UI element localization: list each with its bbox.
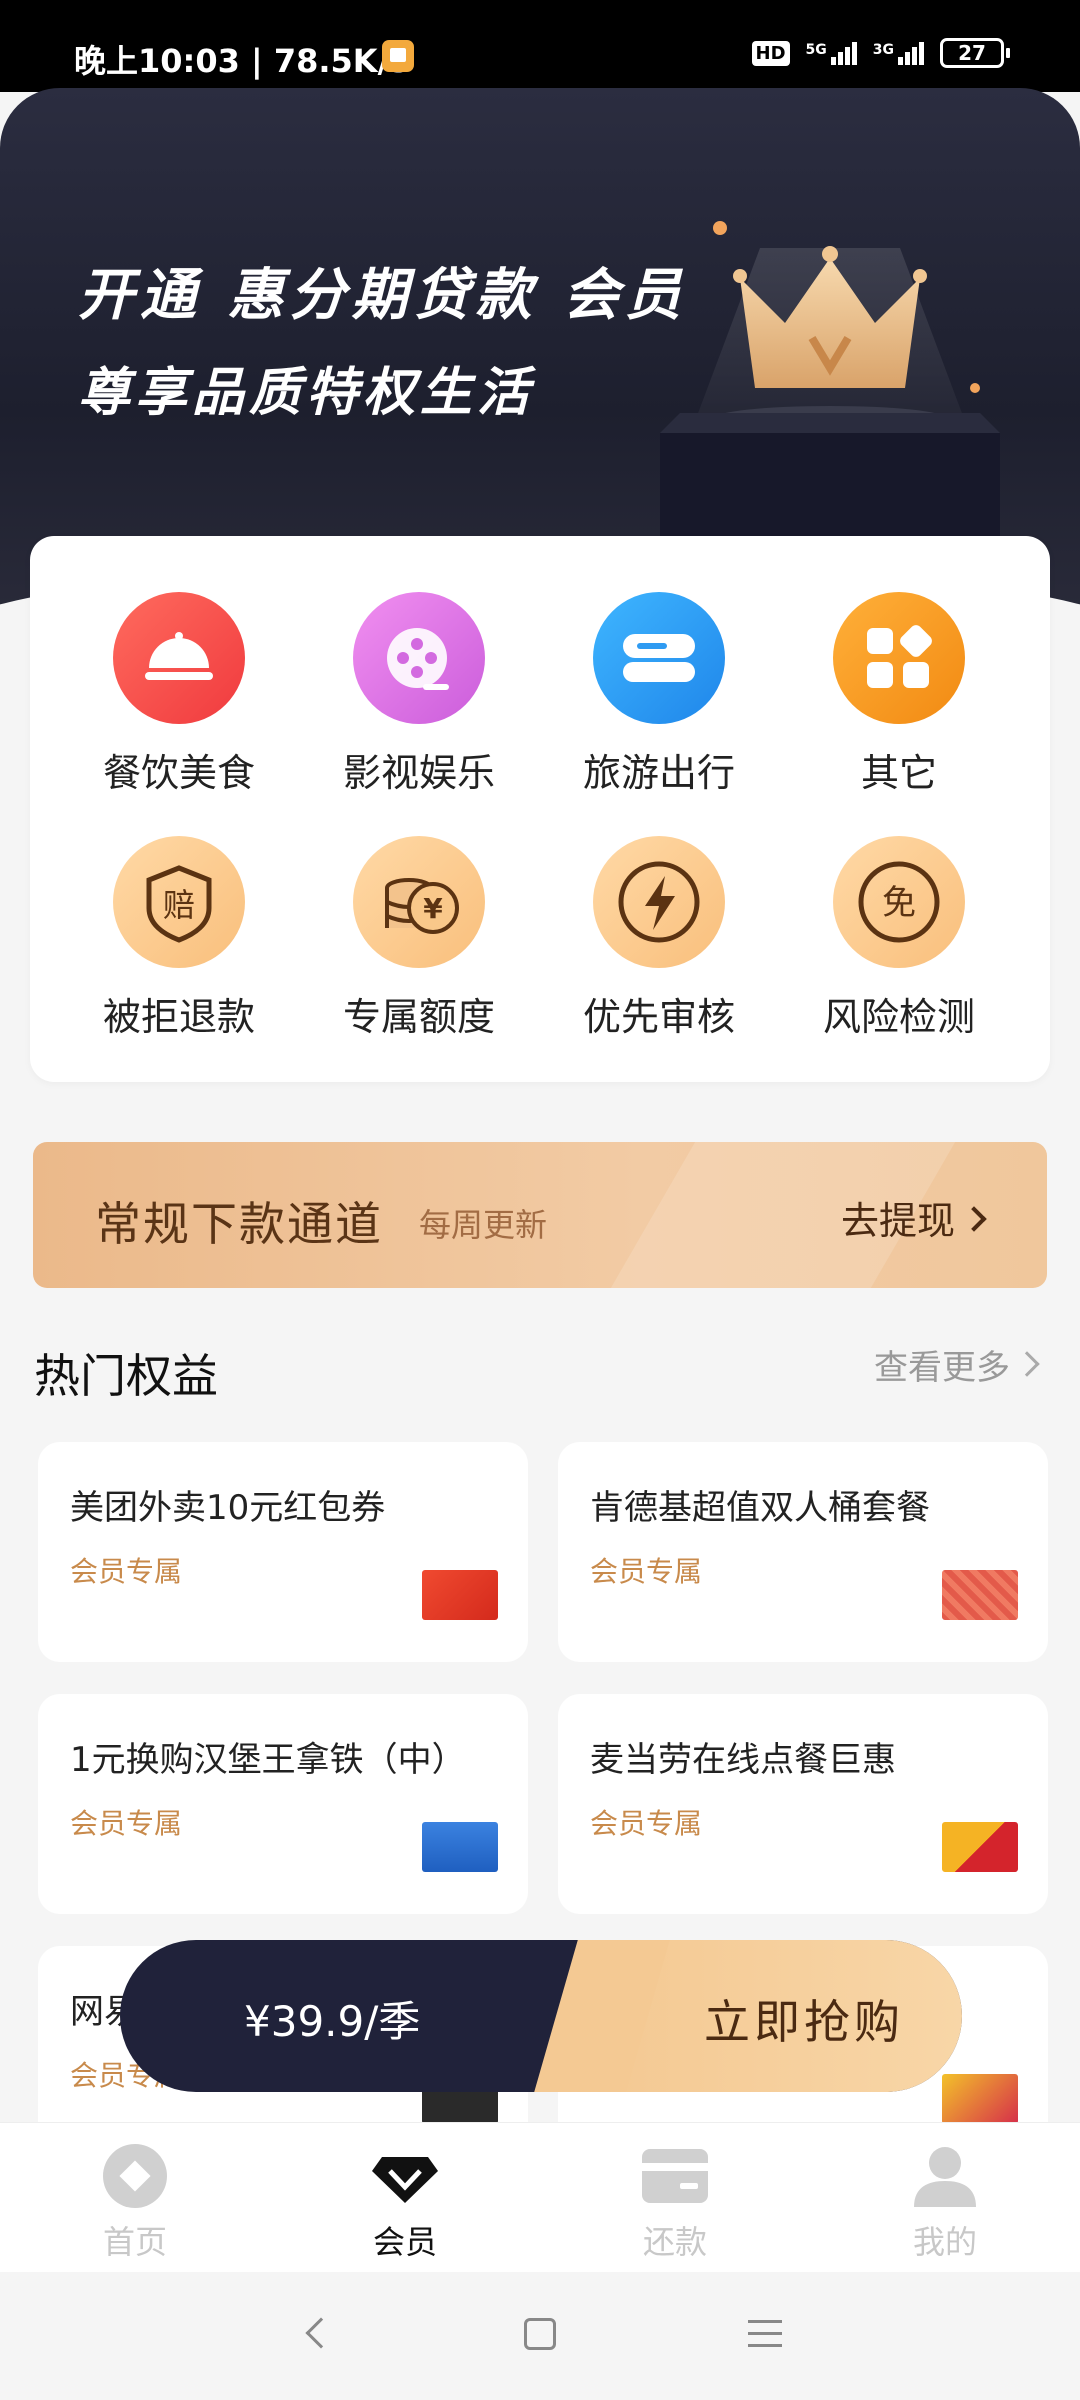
system-navigation-bar (0, 2272, 1080, 2400)
member-tag: 会员专属 (70, 1555, 183, 1588)
burger-king-thumbnail (422, 1822, 498, 1872)
purchase-bar: ¥39.9/季 立即抢购 (120, 1940, 962, 2092)
tab-home[interactable]: 首页 (45, 2141, 225, 2263)
tab-repayment[interactable]: 还款 (585, 2141, 765, 2263)
coin-glyph: ¥ (423, 892, 443, 925)
category-travel[interactable]: 旅游出行 (549, 592, 769, 797)
status-time-speed: 晚上10:03 | 78.5K/s (74, 42, 409, 80)
view-more-link[interactable]: 查看更多 (874, 1340, 1040, 1389)
category-label: 餐饮美食 (102, 751, 255, 795)
home-square-icon[interactable] (524, 2318, 556, 2350)
category-label: 其它 (860, 751, 937, 795)
category-label: 影视娱乐 (342, 751, 495, 795)
status-bar: 晚上10:03 | 78.5K/s HD 5G 3G 27 (0, 0, 1080, 92)
benefit-card[interactable]: 麦当劳在线点餐巨惠 会员专属 (558, 1694, 1048, 1914)
withdraw-label: 去提现 (840, 1199, 955, 1243)
category-dining[interactable]: 餐饮美食 (69, 592, 289, 797)
hero-headline: 开通 惠分期贷款 会员 (78, 263, 687, 328)
signal-5g-icon: 5G (805, 41, 857, 65)
member-tag: 会员专属 (590, 1807, 703, 1840)
tab-vip[interactable]: 会员 (315, 2141, 495, 2263)
category-exclusive-limit[interactable]: ¥ 专属额度 (309, 836, 529, 1041)
card-icon (640, 2141, 710, 2211)
category-label: 风险检测 (822, 995, 975, 1039)
benefit-card[interactable]: 1元换购汉堡王拿铁（中） 会员专属 (38, 1694, 528, 1914)
back-icon[interactable] (305, 2317, 337, 2349)
hero-subheadline: 尊享品质特权生活 (78, 363, 535, 423)
category-entertainment[interactable]: 影视娱乐 (309, 592, 529, 797)
profile-icon (910, 2141, 980, 2211)
benefit-title: 麦当劳在线点餐巨惠 (590, 1740, 896, 1780)
dining-icon (113, 592, 245, 724)
benefit-card[interactable]: 美团外卖10元红包券 会员专属 (38, 1442, 528, 1662)
battery-icon: 27 (940, 38, 1010, 68)
category-label: 被拒退款 (102, 995, 255, 1039)
mcdonalds-thumbnail (942, 1822, 1018, 1872)
channel-title: 常规下款通道 (95, 1197, 383, 1251)
meituan-thumbnail (422, 1570, 498, 1620)
category-refund[interactable]: 赔 被拒退款 (69, 836, 289, 1041)
benefit-card[interactable]: 肯德基超值双人桶套餐 会员专属 (558, 1442, 1048, 1662)
chevron-right-icon (1014, 1351, 1040, 1377)
hd-icon: HD (751, 40, 790, 66)
category-priority-review[interactable]: 优先审核 (549, 836, 769, 1041)
category-label: 专属额度 (342, 995, 495, 1039)
benefit-title: 美团外卖10元红包券 (70, 1488, 386, 1528)
tab-label: 我的 (912, 2223, 977, 2261)
benefit-title: 肯德基超值双人桶套餐 (590, 1488, 930, 1528)
withdraw-button[interactable]: 去提现 (840, 1190, 987, 1245)
tab-label: 首页 (102, 2223, 167, 2261)
category-other[interactable]: 其它 (789, 592, 1009, 797)
category-label: 优先审核 (582, 995, 735, 1039)
category-risk-check[interactable]: 免 风险检测 (789, 836, 1009, 1041)
vip-diamond-icon (370, 2141, 440, 2211)
view-more-label: 查看更多 (874, 1348, 1010, 1388)
menu-icon[interactable] (748, 2320, 782, 2356)
signal-3g-icon: 3G (872, 41, 924, 65)
category-label: 旅游出行 (582, 751, 735, 795)
net-label-3g: 3G (872, 41, 894, 58)
benefit-title: 1元换购汉堡王拿铁（中） (70, 1740, 466, 1780)
hot-benefits-title: 热门权益 (34, 1349, 218, 1403)
member-tag: 会员专属 (590, 1555, 703, 1588)
travel-icon (593, 592, 725, 724)
kfc-thumbnail (942, 1570, 1018, 1620)
grid-icon (833, 592, 965, 724)
home-icon (100, 2141, 170, 2211)
refund-glyph: 赔 (163, 886, 195, 924)
coins-icon: ¥ (353, 836, 485, 968)
risk-glyph: 免 (882, 883, 916, 923)
privilege-category-card: 餐饮美食 影视娱乐 旅游出行 其它 赔 被拒退款 ¥ 专属额度 优先审核 免 风… (30, 536, 1050, 1082)
notification-icon (382, 40, 414, 72)
net-label-5g: 5G (805, 41, 827, 58)
refund-shield-icon: 赔 (113, 836, 245, 968)
tab-label: 会员 (372, 2223, 437, 2261)
tab-label: 还款 (642, 2223, 707, 2261)
channel-subtitle: 每周更新 (419, 1206, 548, 1244)
tab-profile[interactable]: 我的 (855, 2141, 1035, 2263)
lightning-icon (593, 836, 725, 968)
buy-now-label[interactable]: 立即抢购 (704, 1986, 904, 2052)
status-indicators: HD 5G 3G 27 (751, 38, 1010, 68)
chevron-right-icon (961, 1206, 987, 1232)
member-tag: 会员专属 (70, 1807, 183, 1840)
risk-check-icon: 免 (833, 836, 965, 968)
film-reel-icon (353, 592, 485, 724)
loan-channel-banner[interactable]: 常规下款通道 每周更新 去提现 (33, 1142, 1047, 1288)
membership-price: ¥39.9/季 (244, 1997, 421, 2046)
bottom-tab-bar: 首页 会员 还款 我的 (0, 2122, 1080, 2272)
